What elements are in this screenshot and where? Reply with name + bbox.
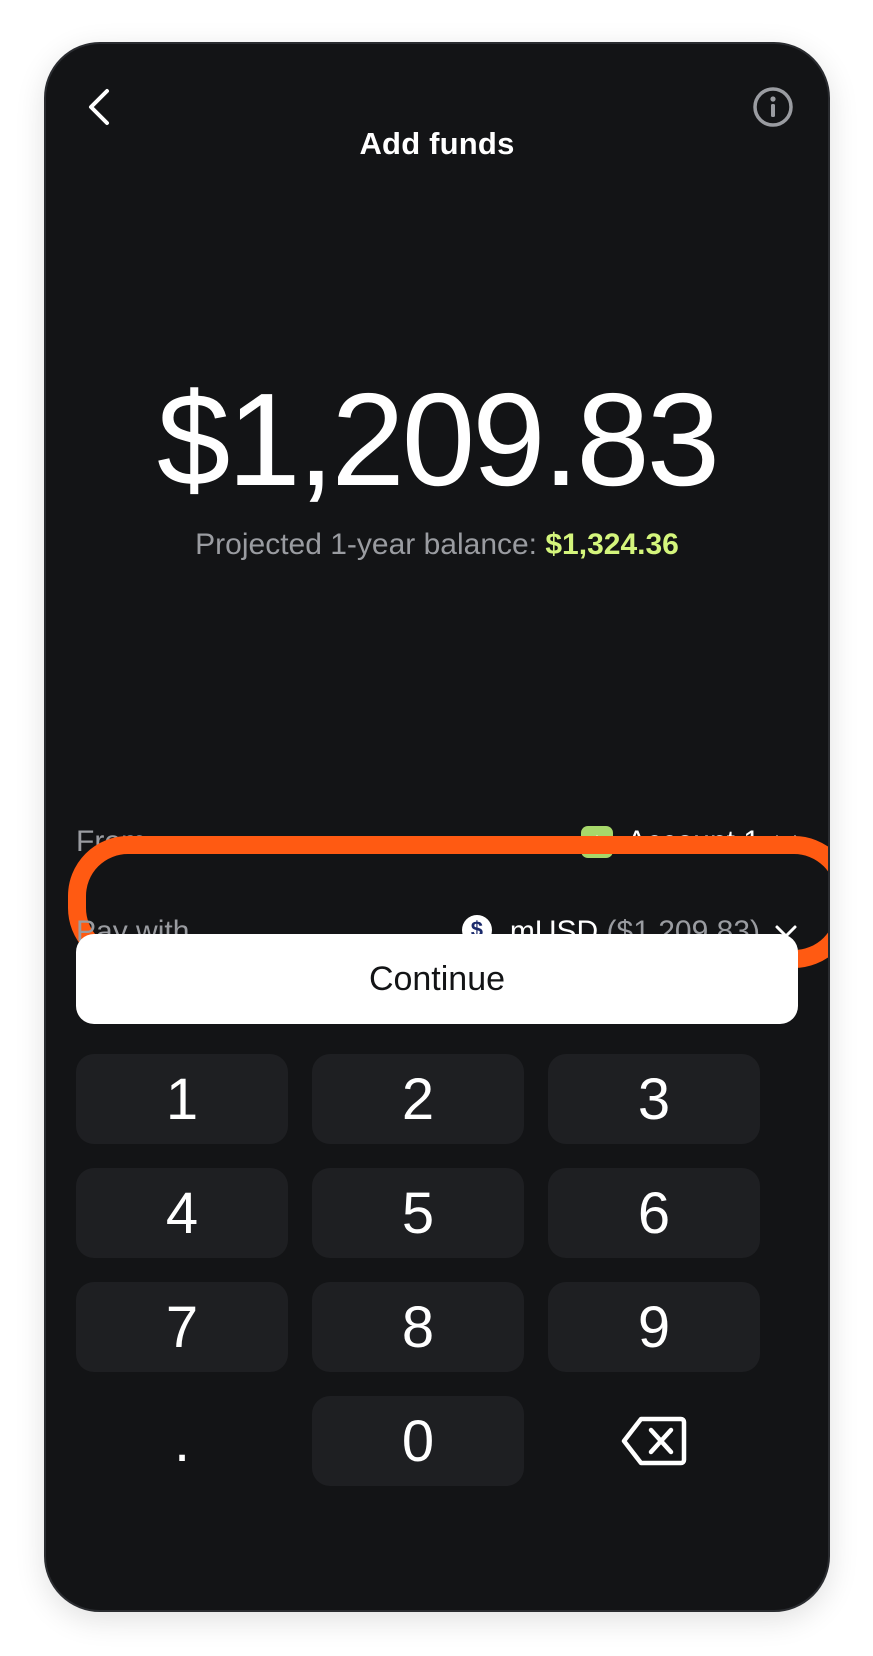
key-2[interactable]: 2 bbox=[312, 1054, 524, 1144]
key-3[interactable]: 3 bbox=[548, 1054, 760, 1144]
phone-screen: Add funds $1,209.83 Projected 1-year bal… bbox=[44, 42, 830, 1612]
backspace-button[interactable] bbox=[548, 1396, 760, 1486]
projected-balance: Projected 1-year balance: $1,324.36 bbox=[46, 528, 828, 562]
info-icon bbox=[753, 87, 793, 127]
header: Add funds bbox=[46, 44, 828, 170]
key-5[interactable]: 5 bbox=[312, 1168, 524, 1258]
projected-value: $1,324.36 bbox=[545, 528, 679, 561]
key-0[interactable]: 0 bbox=[312, 1396, 524, 1486]
page-title: Add funds bbox=[359, 126, 515, 161]
key-6[interactable]: 6 bbox=[548, 1168, 760, 1258]
key-1[interactable]: 1 bbox=[76, 1054, 288, 1144]
projected-label: Projected 1-year balance: bbox=[195, 528, 538, 561]
backspace-icon bbox=[621, 1416, 687, 1466]
chevron-left-icon bbox=[89, 89, 109, 125]
key-4[interactable]: 4 bbox=[76, 1168, 288, 1258]
back-button[interactable] bbox=[76, 82, 120, 132]
amount-display: $1,209.83 bbox=[156, 366, 720, 513]
key-9[interactable]: 9 bbox=[548, 1282, 760, 1372]
numeric-keypad: 1 2 3 4 5 6 7 8 9 . 0 bbox=[76, 1054, 760, 1486]
key-decimal[interactable]: . bbox=[76, 1396, 288, 1486]
key-7[interactable]: 7 bbox=[76, 1282, 288, 1372]
continue-button[interactable]: Continue bbox=[76, 934, 798, 1024]
info-button[interactable] bbox=[750, 84, 796, 130]
key-8[interactable]: 8 bbox=[312, 1282, 524, 1372]
